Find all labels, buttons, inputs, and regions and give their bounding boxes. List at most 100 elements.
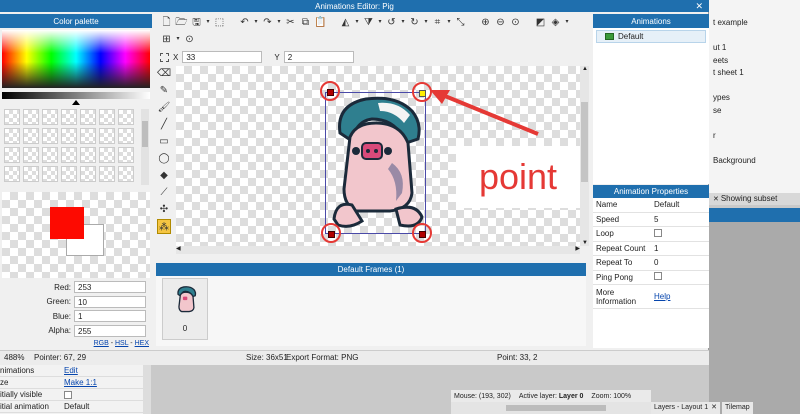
color-swatch[interactable] — [80, 128, 96, 144]
layers-icon[interactable]: ◈ — [549, 16, 562, 29]
zoom-in-icon[interactable]: ⊕ — [479, 16, 492, 29]
dropdown-arrow-icon[interactable]: ▾ — [253, 16, 259, 29]
green-input[interactable]: 10 — [74, 295, 146, 308]
close-icon[interactable]: ✕ — [711, 402, 717, 414]
slider-marker-icon[interactable] — [72, 100, 80, 105]
color-swatch[interactable] — [80, 109, 96, 125]
color-swatch[interactable] — [99, 109, 115, 125]
dropdown-arrow-icon[interactable]: ▾ — [205, 16, 211, 29]
x-input[interactable]: 33 — [182, 51, 263, 63]
ellipse-icon[interactable]: ◯ — [157, 151, 171, 166]
background-toggle-icon[interactable]: ◩ — [534, 16, 547, 29]
rectangle-icon[interactable]: ▭ — [157, 134, 171, 149]
color-swatch[interactable] — [118, 166, 134, 182]
dropdown-arrow-icon[interactable]: ▾ — [377, 16, 383, 29]
tab-tilemap[interactable]: Tilemap — [721, 402, 753, 414]
cut-icon[interactable]: ✂ — [284, 16, 297, 29]
color-swatch[interactable] — [4, 147, 20, 163]
image-points-icon[interactable]: ⁂ — [157, 219, 171, 234]
bg-property-value[interactable]: Default — [64, 402, 89, 411]
property-value[interactable]: 1 — [651, 244, 709, 253]
y-input[interactable]: 2 — [283, 51, 354, 63]
close-window-icon[interactable]: ✕ — [695, 0, 703, 12]
eraser-icon[interactable]: ⌫ — [157, 66, 171, 81]
hex-link[interactable]: HEX — [135, 340, 149, 347]
blue-input[interactable]: 1 — [74, 310, 146, 323]
selection-icon[interactable] — [160, 52, 169, 62]
zoom-out-icon[interactable]: ⊖ — [494, 16, 507, 29]
color-swatch[interactable] — [99, 147, 115, 163]
open-folder-icon[interactable]: 🗁 — [175, 16, 188, 29]
color-swatch[interactable] — [118, 109, 134, 125]
color-swatch[interactable] — [61, 166, 77, 182]
redo-icon[interactable]: ↷ — [261, 16, 274, 29]
dropdown-arrow-icon[interactable]: ▾ — [400, 16, 406, 29]
background-scrollbar[interactable] — [143, 365, 151, 414]
flip-vertical-icon[interactable]: ⧩ — [362, 16, 375, 29]
color-swatch[interactable] — [61, 147, 77, 163]
color-swatch[interactable] — [61, 109, 77, 125]
alpha-input[interactable]: 255 — [74, 324, 146, 337]
dropdown-arrow-icon[interactable]: ▾ — [276, 16, 282, 29]
color-swatch[interactable] — [23, 109, 39, 125]
color-swatch[interactable] — [4, 128, 20, 144]
color-swatch[interactable] — [23, 166, 39, 182]
origin-point-icon[interactable]: ✣ — [157, 202, 171, 217]
color-swatch[interactable] — [118, 147, 134, 163]
crop-icon[interactable]: ⌗ — [431, 16, 444, 29]
save-icon[interactable]: 🖫 — [190, 16, 203, 29]
pencil-icon[interactable]: ✎ — [157, 83, 171, 98]
color-spectrum[interactable] — [2, 30, 150, 88]
rgb-link[interactable]: RGB — [94, 340, 109, 347]
line-icon[interactable]: ╱ — [157, 117, 171, 132]
primary-color-swatch[interactable] — [50, 207, 84, 239]
brightness-slider[interactable] — [2, 92, 150, 99]
swatch-scrollbar[interactable] — [141, 109, 149, 185]
color-swatch[interactable] — [99, 166, 115, 182]
dropdown-arrow-icon[interactable]: ▾ — [175, 33, 181, 46]
animation-item[interactable]: Default — [596, 30, 706, 43]
dropdown-arrow-icon[interactable]: ▾ — [354, 16, 360, 29]
color-swatch[interactable] — [61, 128, 77, 144]
new-file-icon[interactable]: 🗋 — [160, 16, 173, 29]
color-swatch[interactable] — [99, 128, 115, 144]
property-checkbox[interactable] — [654, 272, 662, 281]
bg-property-checkbox[interactable] — [64, 390, 72, 399]
zoom-reset-icon[interactable]: ⊙ — [509, 16, 522, 29]
tab-layers[interactable]: Layers - Layout 1 ✕ — [651, 402, 720, 414]
fill-bucket-icon[interactable]: ◆ — [157, 168, 171, 183]
bg-property-value[interactable]: Make 1:1 — [64, 378, 97, 387]
window-title-bar[interactable]: Animations Editor: Pig ✕ — [0, 0, 709, 12]
eyedropper-icon[interactable]: ⟋ — [157, 185, 171, 200]
property-value[interactable]: Default — [651, 200, 709, 209]
color-swatch[interactable] — [4, 166, 20, 182]
color-swatch[interactable] — [118, 128, 134, 144]
property-value[interactable]: 5 — [651, 215, 709, 224]
background-hscroll[interactable] — [451, 402, 651, 414]
color-swatch[interactable] — [42, 147, 58, 163]
hsl-link[interactable]: HSL — [115, 340, 128, 347]
rotate-ccw-icon[interactable]: ↺ — [385, 16, 398, 29]
color-swatch[interactable] — [80, 166, 96, 182]
color-swatch[interactable] — [42, 128, 58, 144]
property-value[interactable]: 0 — [651, 258, 709, 267]
color-swatch[interactable] — [23, 128, 39, 144]
color-swatch[interactable] — [4, 109, 20, 125]
showing-subset-bar[interactable]: ✕ Showing subset — [709, 193, 800, 205]
grid-icon[interactable]: ⊞ — [160, 33, 173, 46]
color-swatch[interactable] — [23, 147, 39, 163]
dropdown-arrow-icon[interactable]: ▾ — [423, 16, 429, 29]
dropdown-arrow-icon[interactable]: ▾ — [446, 16, 452, 29]
copy-icon[interactable]: ⧉ — [299, 16, 312, 29]
bg-property-value[interactable]: Edit — [64, 366, 78, 375]
export-icon[interactable]: ⬚ — [213, 16, 226, 29]
help-link[interactable]: Help — [654, 292, 670, 301]
frame-thumbnail[interactable]: 0 — [162, 278, 208, 340]
dropdown-arrow-icon[interactable]: ▾ — [564, 16, 570, 29]
resize-icon[interactable]: ⤡ — [454, 16, 467, 29]
color-swatch[interactable] — [42, 166, 58, 182]
flip-horizontal-icon[interactable]: ◭ — [339, 16, 352, 29]
color-swatch[interactable] — [42, 109, 58, 125]
color-swatch[interactable] — [80, 147, 96, 163]
brush-icon[interactable]: 🖌 — [157, 100, 171, 115]
